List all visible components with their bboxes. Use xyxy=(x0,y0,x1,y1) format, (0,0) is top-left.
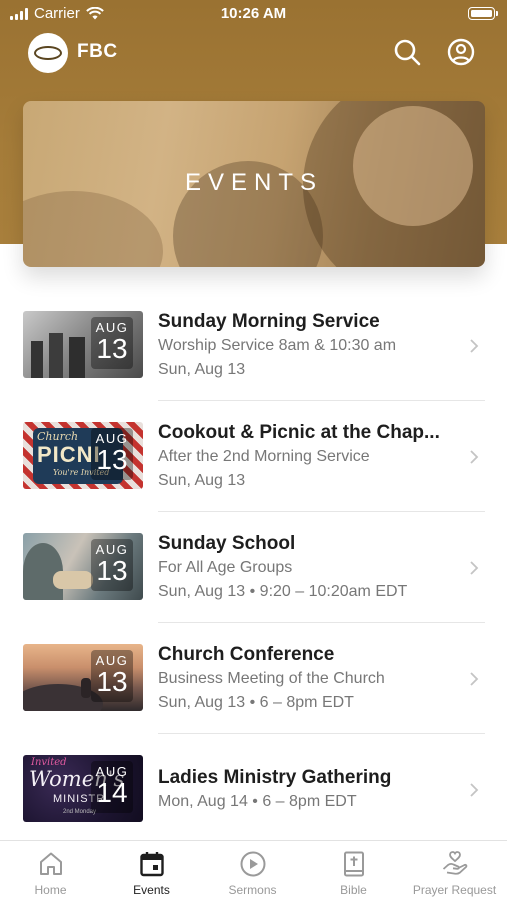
date-badge: AUG 13 xyxy=(91,539,133,591)
event-date: Sun, Aug 13 • 6 – 8pm EDT xyxy=(158,694,354,711)
badge-day: 13 xyxy=(96,444,128,475)
church-logo xyxy=(28,33,68,73)
tab-bible[interactable]: Bible xyxy=(303,841,404,900)
chevron-right-icon xyxy=(470,339,479,353)
tab-events[interactable]: Events xyxy=(101,841,202,900)
badge-day: 13 xyxy=(96,333,128,364)
calendar-icon xyxy=(140,852,164,877)
status-time: 10:26 AM xyxy=(220,5,287,22)
home-icon xyxy=(40,852,62,875)
event-date: Sun, Aug 13 • 9:20 – 10:20am EDT xyxy=(158,583,408,600)
event-thumbnail: AUG 13 xyxy=(23,533,143,600)
event-subtitle: For All Age Groups xyxy=(158,559,293,576)
event-title: Church Conference xyxy=(158,644,335,665)
prayer-hand-icon xyxy=(442,851,468,875)
search-button[interactable] xyxy=(392,37,422,67)
date-badge: AUG 13 xyxy=(91,428,133,480)
chevron-right-icon xyxy=(470,672,479,686)
chevron-right-icon xyxy=(470,561,479,575)
tab-prayer-request[interactable]: Prayer Request xyxy=(404,841,505,900)
battery-icon xyxy=(468,7,498,20)
events-banner: EVENTS xyxy=(23,101,485,267)
banner-title: EVENTS xyxy=(184,169,324,196)
tab-label-bible: Bible xyxy=(340,883,367,897)
chevron-right-icon xyxy=(470,783,479,797)
play-icon xyxy=(240,851,266,877)
event-item-ladies-ministry[interactable]: Invited Women's MINISTR 2nd Monday AUG 1… xyxy=(0,734,507,845)
app-bar: FBC xyxy=(0,30,507,76)
badge-day: 14 xyxy=(96,777,128,808)
account-button[interactable] xyxy=(446,37,476,67)
bible-icon xyxy=(344,851,364,877)
event-title: Cookout & Picnic at the Chap... xyxy=(158,422,440,443)
event-title: Sunday Morning Service xyxy=(158,311,380,332)
status-bar: Carrier 10:26 AM xyxy=(0,0,507,28)
search-icon xyxy=(394,39,421,66)
event-item-church-conference[interactable]: AUG 13 Church Conference Business Meetin… xyxy=(0,623,507,734)
event-item-cookout-picnic[interactable]: Church PICNI You're Invited AUG 13 Cooko… xyxy=(0,401,507,512)
event-subtitle: Worship Service 8am & 10:30 am xyxy=(158,337,397,354)
tab-sermons[interactable]: Sermons xyxy=(202,841,303,900)
date-badge: AUG 14 xyxy=(91,761,133,813)
events-list: AUG 13 Sunday Morning Service Worship Se… xyxy=(0,290,507,845)
tab-home[interactable]: Home xyxy=(0,841,101,900)
tab-label-prayer-request: Prayer Request xyxy=(412,883,497,897)
account-icon xyxy=(447,38,475,66)
event-date: Sun, Aug 13 xyxy=(158,472,246,489)
badge-day: 13 xyxy=(96,666,128,697)
date-badge: AUG 13 xyxy=(91,317,133,369)
tab-label-events: Events xyxy=(133,883,170,897)
event-thumbnail: Church PICNI You're Invited AUG 13 xyxy=(23,422,143,489)
event-date: Mon, Aug 14 • 6 – 8pm EDT xyxy=(158,793,357,810)
event-date: Sun, Aug 13 xyxy=(158,361,246,378)
event-thumbnail: AUG 13 xyxy=(23,311,143,378)
event-item-sunday-morning-service[interactable]: AUG 13 Sunday Morning Service Worship Se… xyxy=(0,290,507,401)
tab-bar: Home Events Sermons Bible Prayer Request xyxy=(0,840,507,900)
event-title: Ladies Ministry Gathering xyxy=(158,767,392,788)
event-thumbnail: AUG 13 xyxy=(23,644,143,711)
date-badge: AUG 13 xyxy=(91,650,133,702)
event-title: Sunday School xyxy=(158,533,296,554)
event-subtitle: After the 2nd Morning Service xyxy=(158,448,370,465)
tab-label-sermons: Sermons xyxy=(228,883,277,897)
event-subtitle: Business Meeting of the Church xyxy=(158,670,385,687)
chevron-right-icon xyxy=(470,450,479,464)
event-item-sunday-school[interactable]: AUG 13 Sunday School For All Age Groups … xyxy=(0,512,507,623)
app-title: FBC xyxy=(77,41,118,62)
event-thumbnail: Invited Women's MINISTR 2nd Monday AUG 1… xyxy=(23,755,143,822)
badge-day: 13 xyxy=(96,555,128,586)
tab-label-home: Home xyxy=(34,883,67,897)
